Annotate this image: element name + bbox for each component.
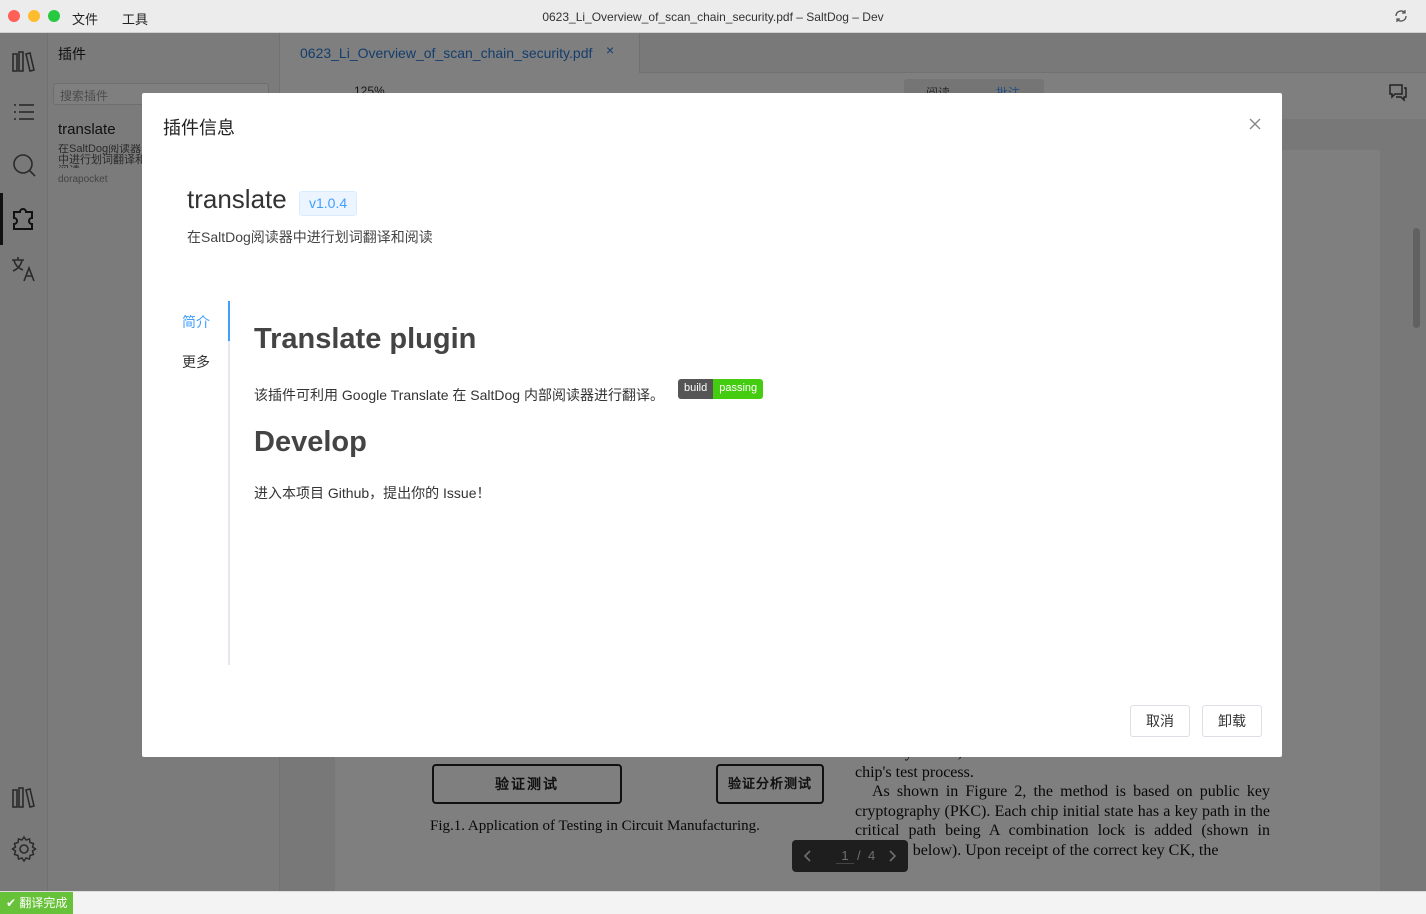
app-window: 文件 工具 0623_Li_Overview_of_scan_chain_sec…: [0, 0, 1426, 914]
title-bar: 文件 工具 0623_Li_Overview_of_scan_chain_sec…: [0, 0, 1426, 33]
tab-intro[interactable]: 简介: [182, 312, 210, 332]
plugin-info-dialog: 插件信息 translate v1.0.4 在SaltDog阅读器中进行划词翻译…: [142, 93, 1282, 757]
readme-paragraph-develop: 进入本项目 Github，提出你的 Issue！: [254, 485, 491, 501]
plugin-name: translate: [187, 184, 287, 214]
status-bar: ✔ 翻译完成: [0, 891, 1426, 914]
tab-active-indicator: [228, 301, 230, 341]
close-icon[interactable]: [1246, 115, 1264, 133]
readme-paragraph: 该插件可利用 Google Translate 在 SaltDog 内部阅读器进…: [254, 387, 664, 403]
plugin-description: 在SaltDog阅读器中进行划词翻译和阅读: [187, 229, 433, 245]
badge-status: passing: [713, 379, 764, 399]
uninstall-button[interactable]: 卸载: [1202, 705, 1262, 737]
window-title: 0623_Li_Overview_of_scan_chain_security.…: [542, 10, 884, 24]
dialog-title: 插件信息: [163, 118, 235, 138]
readme-heading-develop: Develop: [254, 426, 367, 458]
refresh-icon[interactable]: [1394, 9, 1408, 23]
cancel-button[interactable]: 取消: [1130, 705, 1190, 737]
tab-more[interactable]: 更多: [182, 352, 210, 372]
readme-heading: Translate plugin: [254, 323, 477, 355]
build-status-badge[interactable]: build passing: [678, 379, 764, 399]
tab-divider: [228, 301, 230, 665]
translate-done-status: ✔ 翻译完成: [0, 892, 74, 914]
badge-label: build: [678, 379, 714, 399]
version-tag: v1.0.4: [299, 191, 358, 216]
